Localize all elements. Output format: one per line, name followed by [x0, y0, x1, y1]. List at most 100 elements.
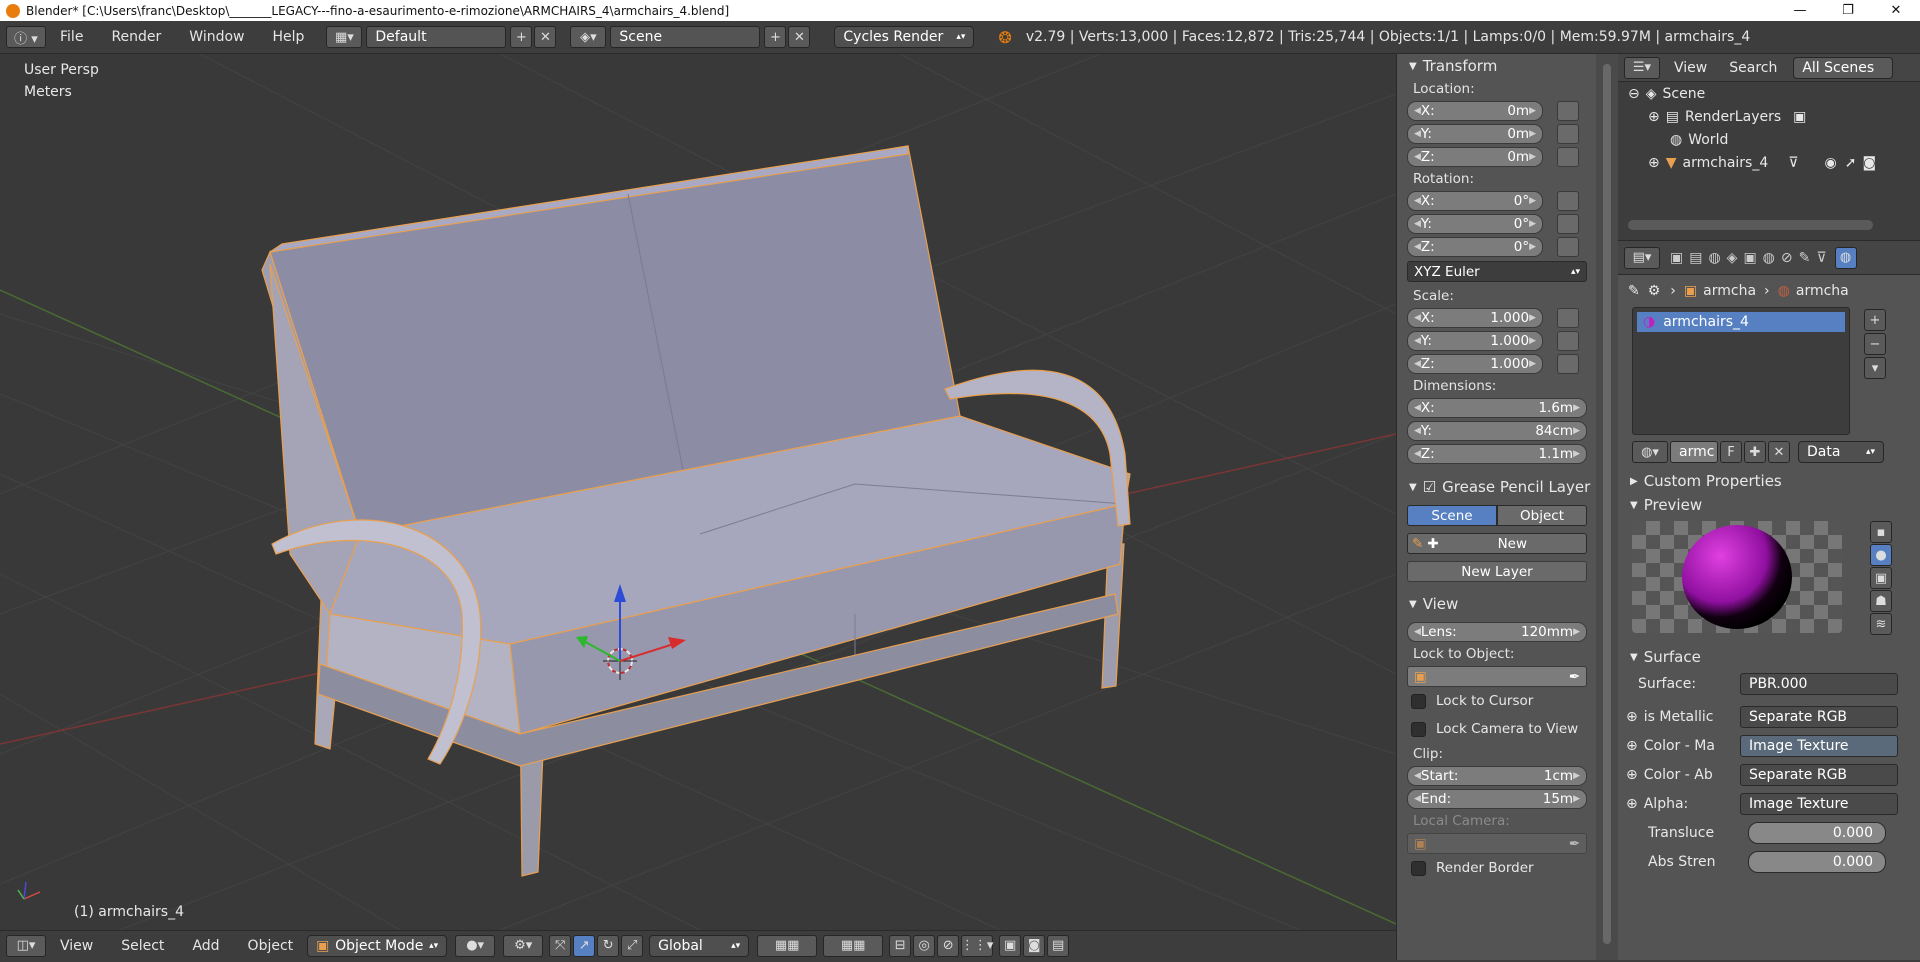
- dimension-y-field[interactable]: ◀ Y: 84cm ▶: [1407, 420, 1587, 441]
- socket-icon[interactable]: ⊕: [1626, 738, 1638, 754]
- editor-type-icon[interactable]: ⓘ ▾: [6, 26, 46, 48]
- browse-material-icon[interactable]: ◍▾: [1632, 441, 1668, 463]
- properties-context-icons[interactable]: ▣▤◍◈▣◍⊘✎⊽: [1670, 250, 1833, 266]
- dimension-z-field[interactable]: ◀ Z: 1.1m ▶: [1407, 443, 1587, 464]
- render-border-checkbox[interactable]: Render Border: [1397, 854, 1596, 882]
- 3d-viewport[interactable]: User Persp Meters (1) armchairs_4: [0, 54, 1396, 930]
- rotate-icon[interactable]: ↻: [597, 934, 620, 957]
- remove-layout-icon[interactable]: ✕: [534, 26, 557, 48]
- preview-hair-icon[interactable]: ≋: [1870, 613, 1892, 635]
- expand-icon[interactable]: ⊕: [1648, 155, 1660, 171]
- grease-pencil-header[interactable]: ▼ ☑ Grease Pencil Layer: [1397, 475, 1596, 499]
- translucency-slider[interactable]: 0.000: [1748, 821, 1886, 844]
- lock-object-field[interactable]: ▣ ✒: [1407, 666, 1587, 687]
- orientation-dropdown[interactable]: Global ▴▾: [649, 934, 750, 957]
- location-z-field[interactable]: ◀ Z: 0m ▶: [1407, 146, 1543, 167]
- close-icon[interactable]: ✕: [1872, 0, 1920, 21]
- tab-scene[interactable]: Scene: [1407, 505, 1497, 526]
- menu-object[interactable]: Object: [234, 929, 308, 962]
- transform-header[interactable]: ▼ Transform: [1397, 54, 1596, 78]
- panel-scrollbar[interactable]: [1596, 54, 1618, 960]
- menu-add[interactable]: Add: [178, 929, 233, 962]
- pivot-icon[interactable]: ⚙▾: [503, 934, 544, 957]
- menu-window[interactable]: Window: [175, 21, 258, 54]
- mode-dropdown[interactable]: ▣ Object Mode ▴▾: [307, 934, 448, 957]
- remove-scene-icon[interactable]: ✕: [788, 26, 811, 48]
- new-material-icon[interactable]: ✚: [1744, 441, 1766, 463]
- lock-layers-icon[interactable]: ⊟: [889, 934, 912, 957]
- input-node-button[interactable]: Image Texture: [1740, 792, 1898, 815]
- remove-slot-icon[interactable]: −: [1864, 333, 1886, 355]
- view-header[interactable]: ▼ View: [1397, 592, 1596, 616]
- render-engine-dropdown[interactable]: Cycles Render ▴▾: [834, 26, 975, 48]
- outliner-row-renderlayers[interactable]: ⊕ ▤ RenderLayers ▣: [1618, 105, 1920, 128]
- editor-type-icon[interactable]: ☰▾: [1624, 56, 1660, 79]
- screen-layout-icon[interactable]: ▦▾: [326, 26, 363, 48]
- snap-icon[interactable]: ⊘: [937, 934, 960, 957]
- new-grease-pencil-button[interactable]: ✎ ✚ New: [1407, 533, 1587, 554]
- lock-icon[interactable]: [1557, 123, 1579, 144]
- menu-render[interactable]: Render: [97, 21, 175, 54]
- snap-element-icon[interactable]: ⋮⋮▾: [961, 934, 993, 957]
- abs-strength-slider[interactable]: 0.000: [1748, 850, 1886, 873]
- lens-field[interactable]: ◀ Lens: 120mm ▶: [1407, 621, 1587, 642]
- rotation-y-field[interactable]: ◀ Y: 0° ▶: [1407, 213, 1543, 234]
- outliner-hscrollbar[interactable]: [1628, 220, 1873, 230]
- layers-grid-2-icon[interactable]: ▦▦: [823, 934, 884, 957]
- render-layer-icon[interactable]: ▣: [1793, 109, 1806, 125]
- pin-icon[interactable]: ✎: [1628, 283, 1640, 299]
- manipulator-icon[interactable]: ⤧: [549, 934, 572, 957]
- socket-icon[interactable]: ⊕: [1626, 709, 1638, 725]
- lock-to-cursor-checkbox[interactable]: Lock to Cursor: [1397, 687, 1596, 715]
- slot-menu-icon[interactable]: ▾: [1864, 357, 1886, 379]
- scale-x-field[interactable]: ◀ X: 1.000 ▶: [1407, 307, 1543, 328]
- rotation-x-field[interactable]: ◀ X: 0° ▶: [1407, 190, 1543, 211]
- layout-field[interactable]: Default: [366, 26, 507, 48]
- menu-view[interactable]: View: [46, 929, 107, 962]
- preview-sphere-icon[interactable]: ●: [1870, 544, 1892, 566]
- lock-icon[interactable]: [1557, 213, 1579, 234]
- material-slot-list[interactable]: ◑ armchairs_4: [1632, 307, 1850, 435]
- location-x-field[interactable]: ◀ X: 0m ▶: [1407, 100, 1543, 121]
- preview-flat-icon[interactable]: ▪: [1870, 521, 1892, 543]
- expand-icon[interactable]: ⊕: [1648, 109, 1660, 125]
- lock-icon[interactable]: [1557, 236, 1579, 257]
- layers-grid-icon[interactable]: ▦▦: [757, 934, 818, 957]
- outliner-row-world[interactable]: ◍ World: [1618, 128, 1920, 151]
- eyedropper-icon[interactable]: ✒: [1569, 669, 1580, 685]
- input-node-button[interactable]: Separate RGB: [1740, 763, 1898, 786]
- display-mode-dropdown[interactable]: All Scenes: [1793, 56, 1894, 79]
- scene-icon[interactable]: ◈▾: [570, 26, 607, 48]
- material-name-field[interactable]: armc: [1670, 441, 1718, 463]
- collapse-icon[interactable]: ⊖: [1628, 86, 1640, 102]
- socket-icon[interactable]: ⊕: [1626, 796, 1638, 812]
- shading-icon[interactable]: ●▾: [455, 934, 496, 957]
- maximize-icon[interactable]: ❐: [1824, 0, 1872, 21]
- proportional-icon[interactable]: ◎: [913, 934, 936, 957]
- scale-z-field[interactable]: ◀ Z: 1.000 ▶: [1407, 353, 1543, 374]
- menu-view[interactable]: View: [1660, 51, 1721, 84]
- lock-icon[interactable]: [1557, 100, 1579, 121]
- add-slot-icon[interactable]: +: [1864, 309, 1886, 331]
- scale-y-field[interactable]: ◀ Y: 1.000 ▶: [1407, 330, 1543, 351]
- scale-icon[interactable]: ⤢: [621, 934, 644, 957]
- material-tab-icon[interactable]: ◍: [1834, 246, 1857, 269]
- surface-header[interactable]: ▼ Surface: [1618, 645, 1920, 669]
- material-slot-item[interactable]: ◑ armchairs_4: [1637, 312, 1845, 332]
- render-icon[interactable]: ▣: [999, 934, 1022, 957]
- scene-field[interactable]: Scene: [610, 26, 761, 48]
- editor-type-icon[interactable]: ◫▾: [6, 934, 46, 957]
- outliner-row-armchairs[interactable]: ⊕ ▼ armchairs_4 ⊽ ◉ ➚ ◙: [1618, 151, 1920, 174]
- preview-cube-icon[interactable]: ▣: [1870, 567, 1892, 589]
- eye-icon[interactable]: ◉: [1825, 155, 1837, 171]
- tab-object[interactable]: Object: [1497, 505, 1587, 526]
- checkbox-checked-icon[interactable]: ☑: [1423, 478, 1436, 496]
- dimension-x-field[interactable]: ◀ X: 1.6m ▶: [1407, 397, 1587, 418]
- scrollbar-thumb[interactable]: [1603, 64, 1611, 944]
- minimize-icon[interactable]: —: [1776, 0, 1824, 21]
- socket-icon[interactable]: ⊕: [1626, 767, 1638, 783]
- editor-type-icon[interactable]: ▤▾: [1624, 246, 1660, 269]
- anim-icon[interactable]: ▤: [1047, 934, 1070, 957]
- location-y-field[interactable]: ◀ Y: 0m ▶: [1407, 123, 1543, 144]
- new-layer-button[interactable]: New Layer: [1407, 561, 1587, 582]
